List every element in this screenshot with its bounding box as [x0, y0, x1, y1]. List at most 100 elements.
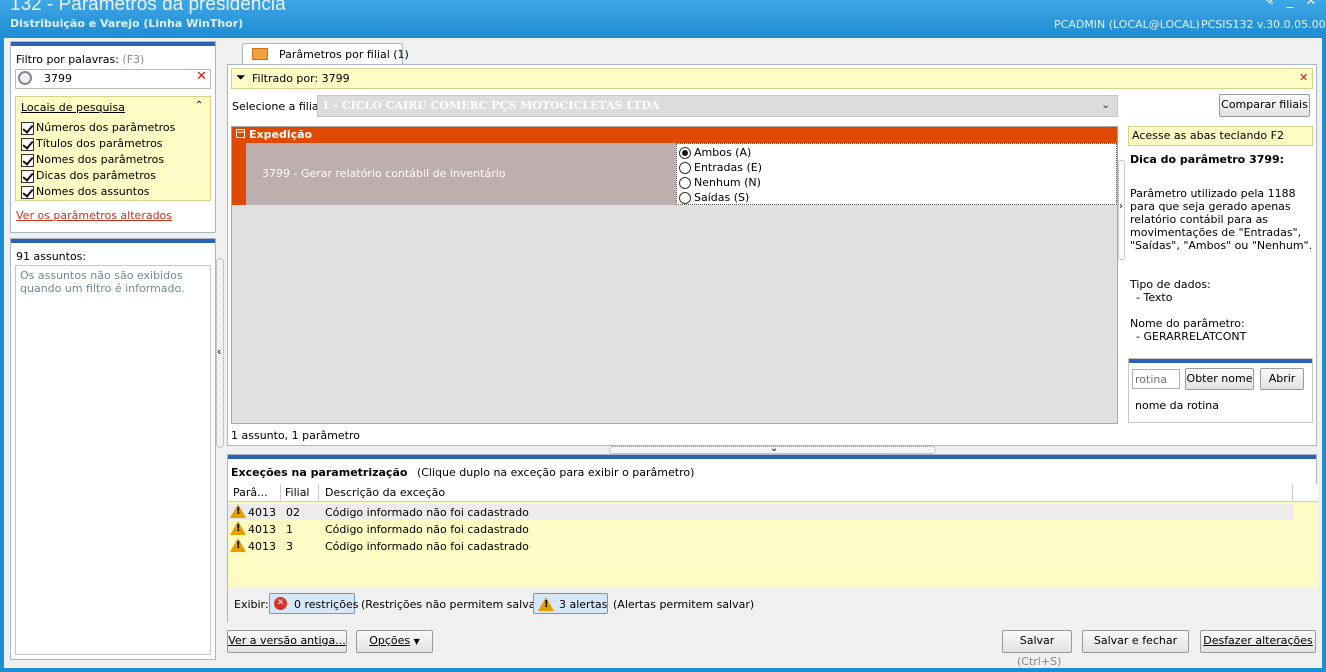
- search-icon: [18, 71, 32, 85]
- search-locations-list: Números dos parâmetros Títulos dos parâm…: [21, 120, 175, 200]
- filter-funnel-icon: ⏷: [236, 70, 246, 84]
- title-bar: 132 - Parâmetros da presidência Distribu…: [0, 0, 1326, 38]
- checkbox-icon[interactable]: [21, 121, 34, 135]
- panel-accent-bar: [228, 455, 1316, 459]
- branch-label: Selecione a filial:: [232, 100, 326, 113]
- vertical-splitter[interactable]: ‹: [216, 258, 224, 448]
- column-param[interactable]: Parâ...: [233, 486, 268, 499]
- checkbox-icon[interactable]: [21, 185, 34, 199]
- tab-params-by-branch[interactable]: Parâmetros por filial (1): [242, 43, 409, 65]
- checkbox-icon[interactable]: [21, 169, 34, 183]
- parameters-grid: − Expedição 3799 - Gerar relatório contá…: [231, 126, 1118, 424]
- minimize-icon[interactable]: _: [1283, 0, 1297, 8]
- warning-icon: [230, 521, 246, 535]
- option-nenhum[interactable]: Nenhum (N): [679, 175, 1114, 190]
- location-label: Nomes dos assuntos: [36, 185, 150, 198]
- chevron-left-icon[interactable]: ‹: [217, 345, 221, 358]
- save-button[interactable]: Salvar: [1002, 630, 1072, 653]
- row-description: Código informado não foi cadastrado: [325, 506, 529, 519]
- chevron-right-icon[interactable]: ›: [1119, 201, 1123, 212]
- location-subjects[interactable]: Nomes dos assuntos: [21, 184, 175, 200]
- option-label: Nenhum (N): [694, 176, 761, 189]
- tab-label-text: Parâmetros por filial: [279, 48, 390, 61]
- grid-summary: 1 assunto, 1 parâmetro: [231, 429, 360, 442]
- tabs-shortcut-hint: Acesse as abas teclando F2: [1128, 126, 1313, 146]
- exceptions-title: Exceções na parametrização: [231, 466, 408, 479]
- filtered-by-bar: ⏷ Filtrado por: 3799 ✕: [231, 68, 1313, 89]
- option-entradas[interactable]: Entradas (E): [679, 160, 1114, 175]
- user-info: PCADMIN (LOCAL@LOCAL): [1054, 18, 1200, 31]
- radio-icon[interactable]: [679, 147, 691, 159]
- restrictions-label: 0 restrições: [294, 598, 359, 611]
- search-locations-box: Locais de pesquisa ⌃ Números dos parâmet…: [15, 96, 211, 201]
- restrictions-toggle[interactable]: ✕ 0 restrições: [269, 593, 359, 614]
- parameter-row[interactable]: 3799 - Gerar relatório contábil de inven…: [246, 143, 676, 205]
- save-close-button[interactable]: Salvar e fechar: [1082, 630, 1189, 653]
- collapse-chevron-icon[interactable]: ⌃: [195, 100, 203, 111]
- filter-shortcut: (F3): [122, 53, 145, 66]
- routine-box: Obter nome Abrir nome da rotina: [1128, 358, 1313, 423]
- save-shortcut: (Ctrl+S): [1017, 655, 1062, 668]
- warning-icon: [538, 597, 554, 611]
- option-ambos[interactable]: Ambos (A): [679, 145, 1114, 160]
- compare-branches-button[interactable]: Comparar filiais: [1219, 94, 1310, 117]
- radio-icon[interactable]: [679, 162, 691, 174]
- table-row[interactable]: 4013 1 Código informado não foi cadastra…: [228, 521, 1294, 537]
- branch-select[interactable]: 1 - CICLO CAIRU COMERC PÇS MOTOCICLETAS …: [317, 95, 1118, 117]
- alerts-note: (Alertas permitem salvar): [613, 598, 755, 611]
- option-label: Saídas (S): [694, 191, 750, 204]
- options-button[interactable]: Opções ▼: [356, 630, 433, 653]
- subjects-panel: 91 assuntos: Os assuntos não são exibido…: [10, 238, 216, 660]
- help-icon[interactable]: ✎: [1262, 0, 1276, 8]
- open-routine-button[interactable]: Abrir: [1260, 368, 1304, 390]
- tip-text: Parâmetro utilizado pela 1188 para que s…: [1130, 187, 1313, 252]
- option-saidas[interactable]: Saídas (S): [679, 190, 1114, 205]
- old-version-button[interactable]: Ver a versão antiga...: [227, 630, 347, 653]
- location-label: Números dos parâmetros: [36, 121, 176, 134]
- undo-changes-button[interactable]: Desfazer alterações: [1200, 630, 1316, 653]
- filter-label-text: Filtro por palavras:: [16, 53, 119, 66]
- close-icon[interactable]: ✕: [1304, 0, 1318, 8]
- table-row[interactable]: 4013 02 Código informado não foi cadastr…: [228, 504, 1294, 520]
- get-name-button[interactable]: Obter nome: [1185, 368, 1254, 390]
- location-numbers[interactable]: Números dos parâmetros: [21, 120, 175, 136]
- altered-params-link[interactable]: Ver os parâmetros alterados: [16, 209, 172, 222]
- column-divider: [280, 484, 281, 502]
- tip-type-value: - Texto: [1136, 291, 1173, 304]
- exceptions-panel: Exceções na parametrização (Clique duplo…: [227, 454, 1318, 622]
- location-names[interactable]: Nomes dos parâmetros: [21, 152, 175, 168]
- column-branch[interactable]: Filial: [285, 486, 310, 499]
- radio-icon[interactable]: [679, 192, 691, 204]
- filter-panel: Filtro por palavras: (F3) 3799 ✕ Locais …: [10, 41, 216, 233]
- chevron-down-icon[interactable]: ⌄: [770, 443, 778, 454]
- row-description: Código informado não foi cadastrado: [325, 523, 529, 536]
- window-title: 132 - Parâmetros da presidência: [10, 0, 286, 15]
- row-branch: 1: [286, 523, 293, 536]
- tab-count: (1): [393, 48, 409, 61]
- exceptions-hint: (Clique duplo na exceção para exibir o p…: [416, 466, 695, 479]
- routine-name: nome da rotina: [1135, 399, 1219, 412]
- group-header[interactable]: − Expedição: [232, 127, 1117, 143]
- collapse-minus-icon[interactable]: −: [236, 129, 245, 138]
- checkbox-icon[interactable]: [21, 137, 34, 151]
- error-icon: ✕: [274, 597, 287, 610]
- radio-icon[interactable]: [679, 177, 691, 189]
- location-titles[interactable]: Títulos dos parâmetros: [21, 136, 175, 152]
- location-tips[interactable]: Dicas dos parâmetros: [21, 168, 175, 184]
- chevron-down-icon[interactable]: ⌄: [1101, 98, 1110, 111]
- tip-splitter[interactable]: ›: [1118, 160, 1125, 260]
- location-label: Títulos dos parâmetros: [36, 137, 163, 150]
- table-row[interactable]: 4013 3 Código informado não foi cadastra…: [228, 538, 1294, 554]
- clear-filter-icon[interactable]: ✕: [196, 69, 207, 84]
- filter-input[interactable]: 3799 ✕: [15, 69, 211, 89]
- alerts-toggle[interactable]: 3 alertas: [533, 593, 608, 614]
- filtered-by-text: Filtrado por: 3799: [252, 72, 350, 85]
- routine-input[interactable]: [1132, 369, 1180, 389]
- version-info: PCSIS132 v.30.0.05.002: [1201, 18, 1326, 31]
- branch-select-value: 1 - CICLO CAIRU COMERC PÇS MOTOCICLETAS …: [322, 99, 660, 112]
- clear-filtered-icon[interactable]: ✕: [1299, 71, 1308, 84]
- horizontal-splitter[interactable]: ⌄: [609, 443, 936, 454]
- checkbox-icon[interactable]: [21, 153, 34, 167]
- column-description[interactable]: Descrição da exceção: [325, 486, 445, 499]
- panel-accent-bar: [1129, 359, 1312, 363]
